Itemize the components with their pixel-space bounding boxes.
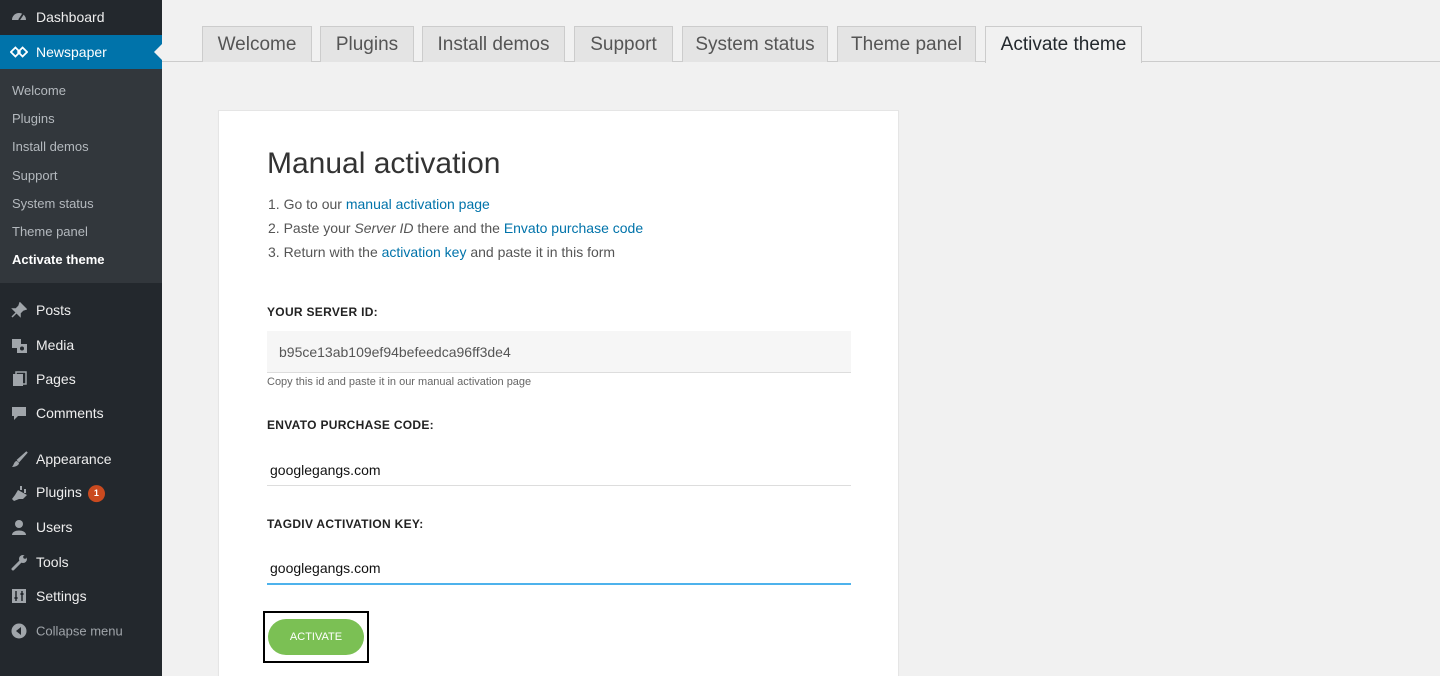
step-text: 3. Return with the xyxy=(268,244,382,260)
pin-icon xyxy=(10,301,28,319)
menu-label: Collapse menu xyxy=(36,623,123,639)
admin-sidebar: Dashboard Newspaper Welcome Plugins Inst… xyxy=(0,0,162,676)
paintbrush-icon xyxy=(10,450,28,468)
menu-tools[interactable]: Tools xyxy=(0,545,162,579)
activate-button[interactable]: ACTIVATE xyxy=(268,619,364,655)
newspaper-logo-icon xyxy=(10,43,28,61)
step-2: 2. Paste your Server ID there and the En… xyxy=(268,220,643,236)
tab-theme-panel[interactable]: Theme panel xyxy=(837,26,976,62)
step-3: 3. Return with the activation key and pa… xyxy=(268,244,615,260)
manual-activation-page-link[interactable]: manual activation page xyxy=(346,196,490,212)
submenu-plugins[interactable]: Plugins xyxy=(12,111,55,126)
step-text: and paste it in this form xyxy=(466,244,616,260)
tab-support[interactable]: Support xyxy=(574,26,673,62)
page-title: Manual activation xyxy=(267,147,501,180)
menu-label: Tools xyxy=(36,554,69,570)
submenu-system-status[interactable]: System status xyxy=(12,196,94,211)
settings-sliders-icon xyxy=(10,587,28,605)
server-id-field[interactable]: b95ce13ab109ef94befeedca96ff3de4 xyxy=(267,331,851,373)
theme-tabs: Welcome Plugins Install demos Support Sy… xyxy=(162,0,1440,63)
media-icon xyxy=(10,336,28,354)
server-id-hint: Copy this id and paste it in our manual … xyxy=(267,376,532,388)
server-id-label: YOUR SERVER ID: xyxy=(267,305,378,319)
menu-dashboard[interactable]: Dashboard xyxy=(0,0,162,34)
menu-users[interactable]: Users xyxy=(0,510,162,544)
menu-label: Settings xyxy=(36,588,87,604)
plugin-icon xyxy=(10,484,28,502)
menu-posts[interactable]: Posts xyxy=(0,293,162,327)
plugins-label: Plugins xyxy=(36,484,82,501)
purchase-code-label: ENVATO PURCHASE CODE: xyxy=(267,418,434,432)
menu-comments[interactable]: Comments xyxy=(0,396,162,430)
tab-system-status[interactable]: System status xyxy=(682,26,828,62)
menu-appearance[interactable]: Appearance xyxy=(0,442,162,476)
dashboard-icon xyxy=(10,8,28,26)
menu-plugins[interactable]: Plugins 1 xyxy=(0,476,162,510)
step-1: 1. Go to our manual activation page xyxy=(268,196,490,212)
newspaper-submenu: Welcome Plugins Install demos Support Sy… xyxy=(0,69,162,283)
comment-icon xyxy=(10,404,28,422)
menu-label: Plugins 1 xyxy=(36,484,105,502)
tab-install-demos[interactable]: Install demos xyxy=(422,26,565,62)
menu-settings[interactable]: Settings xyxy=(0,579,162,613)
submenu-welcome[interactable]: Welcome xyxy=(12,83,66,98)
collapse-arrow-icon xyxy=(10,622,28,640)
menu-label: Media xyxy=(36,337,75,353)
activation-key-link[interactable]: activation key xyxy=(382,244,467,260)
step-text: 1. Go to our xyxy=(268,196,346,212)
update-count-badge: 1 xyxy=(87,484,105,502)
menu-label: Dashboard xyxy=(36,9,105,25)
tab-plugins[interactable]: Plugins xyxy=(320,26,414,62)
menu-label: Comments xyxy=(36,405,104,421)
envato-purchase-code-link[interactable]: Envato purchase code xyxy=(504,220,643,236)
pages-icon xyxy=(10,370,28,388)
submenu-activate-theme[interactable]: Activate theme xyxy=(12,252,104,267)
server-id-emphasis: Server ID xyxy=(354,220,414,236)
manual-activation-panel: Manual activation 1. Go to our manual ac… xyxy=(218,110,899,676)
tab-welcome[interactable]: Welcome xyxy=(202,26,312,62)
submenu-support[interactable]: Support xyxy=(12,168,58,183)
menu-label: Users xyxy=(36,519,73,535)
activation-key-input[interactable] xyxy=(267,553,851,585)
menu-label: Appearance xyxy=(36,451,112,467)
menu-label: Posts xyxy=(36,302,72,318)
menu-label: Pages xyxy=(36,371,76,387)
menu-media[interactable]: Media xyxy=(0,328,162,362)
step-text: there and the xyxy=(413,220,504,236)
submenu-install-demos[interactable]: Install demos xyxy=(12,139,89,154)
menu-newspaper[interactable]: Newspaper xyxy=(0,35,162,69)
wrench-icon xyxy=(10,553,28,571)
step-text: 2. Paste your xyxy=(268,220,355,236)
collapse-menu-button[interactable]: Collapse menu xyxy=(0,614,162,648)
activate-button-highlight: ACTIVATE xyxy=(263,611,369,663)
user-icon xyxy=(10,518,28,536)
tab-activate-theme[interactable]: Activate theme xyxy=(985,26,1142,63)
menu-pages[interactable]: Pages xyxy=(0,362,162,396)
menu-label: Newspaper xyxy=(36,44,107,60)
purchase-code-input[interactable] xyxy=(267,454,851,486)
submenu-theme-panel[interactable]: Theme panel xyxy=(12,224,88,239)
activation-key-label: TAGDIV ACTIVATION KEY: xyxy=(267,517,424,531)
